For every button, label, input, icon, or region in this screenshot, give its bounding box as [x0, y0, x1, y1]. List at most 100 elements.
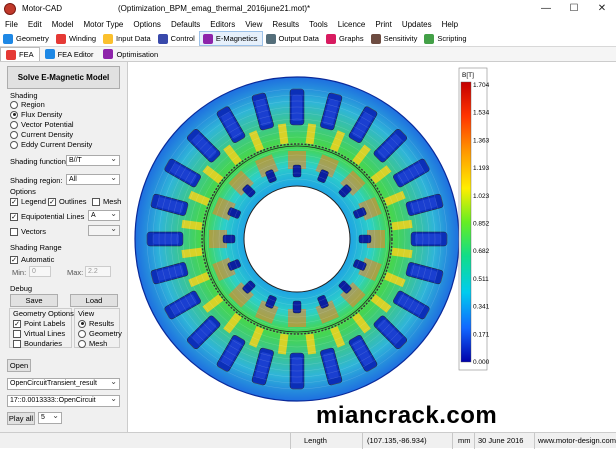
legend-tick-label: 1.704	[473, 82, 490, 89]
shading-function-select[interactable]: B//T	[66, 154, 120, 166]
slot-winding	[292, 357, 302, 383]
shading-radio-label: Vector Potential	[21, 120, 74, 129]
legend-checkbox[interactable]: ✓ Legend	[10, 197, 46, 206]
toolbar-output-data[interactable]: Output Data	[263, 31, 323, 46]
tab-fea[interactable]: FEA	[0, 47, 40, 61]
virtual-lines-checkbox[interactable]: Virtual Lines	[13, 329, 65, 338]
menu-print[interactable]: Print	[370, 20, 396, 29]
menu-defaults[interactable]: Defaults	[166, 20, 205, 29]
slot-winding	[292, 95, 302, 121]
minimize-button[interactable]: —	[532, 0, 560, 17]
menu-file[interactable]: File	[0, 20, 23, 29]
shading-range-title: Shading Range	[10, 243, 62, 252]
menu-tools[interactable]: Tools	[304, 20, 333, 29]
close-button[interactable]: ✕	[588, 0, 616, 17]
legend-tick-label: 0.171	[473, 331, 490, 338]
equipotential-checkbox[interactable]: ✓ Equipotential Lines	[10, 212, 84, 221]
min-input[interactable]: 0	[29, 266, 51, 277]
shading-function-label: Shading function:	[10, 157, 68, 166]
toolbar-control[interactable]: Control	[155, 31, 199, 46]
automatic-checkbox-label: Automatic	[21, 255, 55, 264]
result-select[interactable]: OpenCircuitTransient_result	[7, 377, 120, 390]
view-radio-geometry[interactable]: Geometry	[78, 329, 122, 338]
view-radio-label: Geometry	[89, 329, 122, 338]
status-bar: Length (107.135,-86.934) mm 30 June 2016…	[0, 432, 616, 449]
menu-options[interactable]: Options	[128, 20, 166, 29]
shading-region-label: Shading region:	[10, 176, 63, 185]
view-radio-mesh[interactable]: Mesh	[78, 339, 107, 348]
toolbar-label: Output Data	[278, 34, 319, 43]
menu-results[interactable]: Results	[267, 20, 304, 29]
view-radio-results[interactable]: Results	[78, 319, 114, 328]
play-speed-select[interactable]: 5	[38, 411, 62, 424]
load-button[interactable]: Load	[70, 294, 118, 307]
toolbar-winding[interactable]: Winding	[53, 31, 100, 46]
point-labels-label: Point Labels	[24, 319, 66, 328]
shading-radio-eddy-current-density[interactable]: Eddy Current Density	[10, 140, 92, 149]
shading-radio-region[interactable]: Region	[10, 100, 45, 109]
flux-density-plot[interactable]: B[T] 1.704 1.534 1.363 1.193 1.023 0.852 0.682…	[129, 62, 616, 432]
toolbar-scripting[interactable]: Scripting	[421, 31, 470, 46]
input-data-icon	[103, 33, 114, 44]
toolbar-sensitivity[interactable]: Sensitivity	[368, 31, 422, 46]
maximize-button[interactable]: ☐	[560, 0, 588, 17]
status-field: Length	[304, 436, 327, 445]
step-select[interactable]: 17::0.0013333::OpenCircuit	[7, 394, 120, 407]
legend-tick-label: 1.193	[473, 165, 490, 172]
outlines-checkbox-label: Outlines	[59, 197, 87, 206]
toolbar-input-data[interactable]: Input Data	[100, 31, 155, 46]
legend-tick-label: 0.682	[473, 248, 490, 255]
sensitivity-icon	[370, 33, 381, 44]
toolbar-label: Sensitivity	[383, 34, 418, 43]
document-title: (Optimization_BPM_emag_thermal_2016june2…	[118, 4, 311, 13]
menu-editors[interactable]: Editors	[205, 20, 240, 29]
vectors-checkbox-label: Vectors	[21, 227, 47, 236]
point-labels-checkbox[interactable]: ✓ Point Labels	[13, 319, 65, 328]
toolbar-geometry[interactable]: Geometry	[0, 31, 53, 46]
legend-tick-label: 1.363	[473, 137, 490, 144]
legend-colorbar	[460, 81, 472, 363]
menu-bar: File Edit Model Motor Type Options Defaults Ed…	[0, 17, 616, 31]
max-input[interactable]: 2.2	[85, 266, 111, 277]
fea-icon	[6, 49, 16, 60]
toolbar-label: E-Magnetics	[215, 34, 258, 43]
tab-optimisation[interactable]: Optimisation	[98, 47, 163, 61]
mesh-checkbox-label: Mesh	[103, 197, 122, 206]
toolbar-graphs[interactable]: Graphs	[323, 31, 368, 46]
boundaries-checkbox[interactable]: Boundaries	[13, 339, 62, 348]
legend-tick-label: 0.511	[473, 276, 489, 283]
menu-help[interactable]: Help	[437, 20, 463, 29]
toolbar-e-magnetics[interactable]: E-Magnetics	[198, 31, 263, 46]
tab-fea-editor[interactable]: FEA Editor	[40, 47, 99, 61]
menu-view[interactable]: View	[240, 20, 267, 29]
toolbar-label: Geometry	[16, 34, 49, 43]
mesh-checkbox[interactable]: Mesh	[92, 197, 121, 206]
view-radio-label: Mesh	[89, 339, 108, 348]
menu-model[interactable]: Model	[47, 20, 79, 29]
menu-motor-type[interactable]: Motor Type	[78, 20, 128, 29]
menu-updates[interactable]: Updates	[397, 20, 437, 29]
vectors-select[interactable]	[88, 224, 120, 236]
outlines-checkbox[interactable]: ✓ Outlines	[48, 197, 87, 206]
play-all-button[interactable]: Play all	[7, 412, 35, 425]
solve-emagnetic-button[interactable]: Solve E-Magnetic Model	[7, 66, 120, 89]
open-button[interactable]: Open	[7, 359, 31, 372]
equipotential-select[interactable]: A	[88, 209, 120, 221]
boundaries-label: Boundaries	[24, 339, 62, 348]
menu-edit[interactable]: Edit	[23, 20, 47, 29]
vectors-checkbox[interactable]: Vectors	[10, 227, 46, 236]
shading-radio-vector-potential[interactable]: Vector Potential	[10, 120, 74, 129]
menu-licence[interactable]: Licence	[333, 20, 371, 29]
geometry-icon	[3, 33, 13, 44]
motor-cross-section[interactable]: B[T] 1.704 1.534 1.363 1.193 1.023 0.852 0.682…	[129, 62, 616, 432]
shading-radio-label: Region	[21, 100, 45, 109]
shading-radio-current-density[interactable]: Current Density	[10, 130, 73, 139]
toolbar-label: Input Data	[116, 34, 151, 43]
shaft	[243, 185, 351, 293]
shading-radio-flux-density[interactable]: Flux Density	[10, 110, 62, 119]
shading-region-select[interactable]: All	[66, 173, 120, 185]
save-button[interactable]: Save	[10, 294, 58, 307]
status-website: www.motor-design.com	[538, 436, 616, 445]
automatic-checkbox[interactable]: ✓ Automatic	[10, 255, 54, 264]
options-title: Options	[10, 187, 36, 196]
